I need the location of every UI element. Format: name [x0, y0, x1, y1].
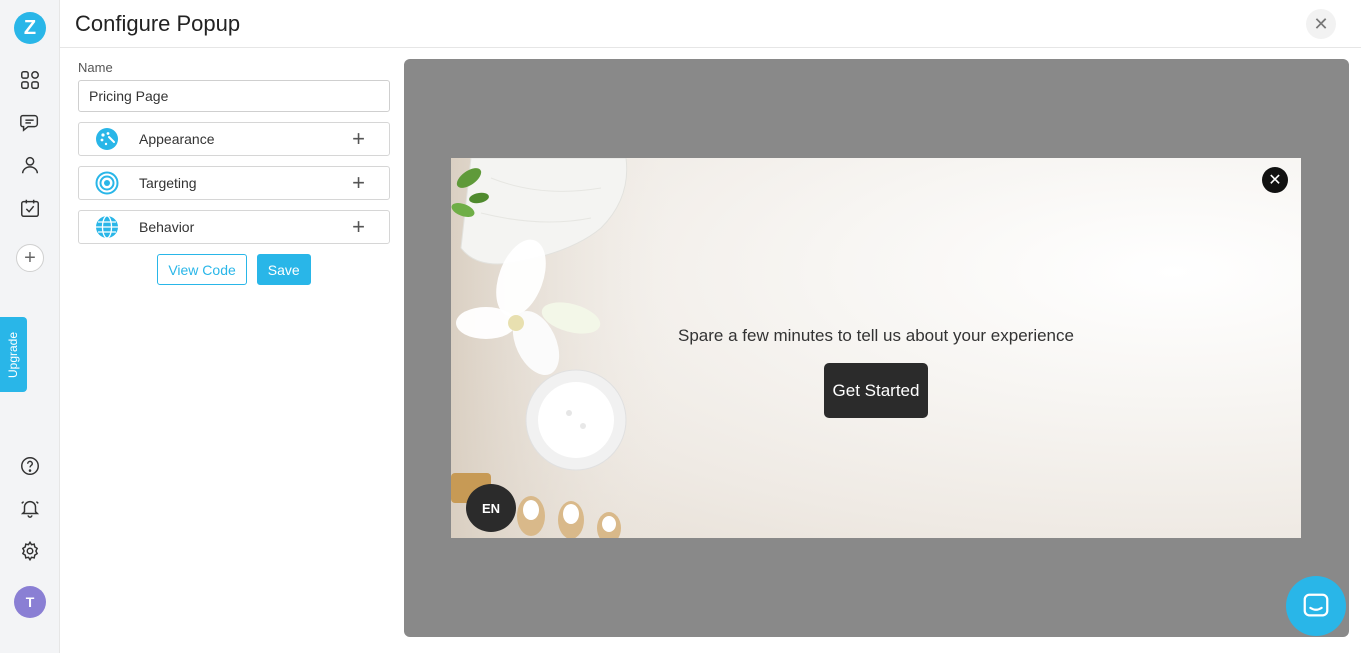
popup-preview: ✕ Spare a few minutes to tell us about y… [451, 158, 1301, 538]
spa-decoration-image [451, 158, 671, 538]
popup-close-button[interactable]: ✕ [1262, 167, 1288, 193]
chat-icon [1303, 593, 1329, 617]
user-icon[interactable] [17, 152, 43, 178]
add-glyph: + [24, 247, 36, 269]
app-logo[interactable]: Z [14, 12, 46, 44]
gear-icon[interactable] [17, 538, 43, 564]
header: Configure Popup ✕ [60, 0, 1361, 48]
help-icon[interactable] [17, 453, 43, 479]
accordion-targeting[interactable]: Targeting + [78, 166, 390, 200]
panel-actions: View Code Save [78, 254, 390, 285]
get-started-button[interactable]: Get Started [824, 363, 928, 418]
avatar[interactable]: T [14, 586, 46, 618]
notification-bell-icon[interactable] [17, 495, 43, 521]
name-input[interactable] [78, 80, 390, 112]
app-root: Z + Upgrade T Configure Popup ✕ Name Pri… [0, 0, 1361, 653]
avatar-initial: T [25, 594, 35, 610]
chat-widget-button[interactable] [1286, 576, 1346, 636]
accordion-behavior-label: Behavior [139, 219, 195, 235]
close-button[interactable]: ✕ [1306, 9, 1336, 39]
palette-icon [96, 128, 118, 150]
upgrade-button[interactable]: Upgrade [0, 317, 27, 392]
dashboard-icon[interactable] [17, 67, 43, 93]
add-button[interactable]: + [16, 244, 44, 272]
feedback-chat-icon[interactable] [17, 109, 43, 135]
save-button[interactable]: Save [256, 254, 311, 285]
plus-icon: + [352, 214, 365, 239]
close-icon: ✕ [1313, 13, 1329, 34]
plus-icon: + [352, 170, 365, 195]
popup-preview-area: ✕ Spare a few minutes to tell us about y… [404, 59, 1349, 637]
settings-panel: Name Appearance + Targeting + [78, 60, 390, 285]
popup-message: Spare a few minutes to tell us about you… [678, 326, 1074, 345]
left-rail: Z + Upgrade T [0, 0, 60, 653]
accordion-appearance-label: Appearance [139, 131, 215, 147]
calendar-check-icon[interactable] [17, 195, 43, 221]
accordion-appearance[interactable]: Appearance + [78, 122, 390, 156]
page-title: Configure Popup [75, 11, 241, 36]
close-icon: ✕ [1268, 172, 1282, 189]
accordion-behavior[interactable]: Behavior + [78, 210, 390, 244]
plus-icon: + [352, 126, 365, 151]
accordion-targeting-label: Targeting [139, 175, 197, 191]
globe-icon [96, 215, 118, 239]
logo-letter: Z [23, 16, 37, 39]
view-code-button[interactable]: View Code [157, 254, 247, 285]
target-icon [95, 171, 119, 195]
language-selector[interactable]: EN [466, 484, 516, 532]
name-label: Name [78, 60, 113, 75]
upgrade-label: Upgrade [6, 331, 21, 378]
